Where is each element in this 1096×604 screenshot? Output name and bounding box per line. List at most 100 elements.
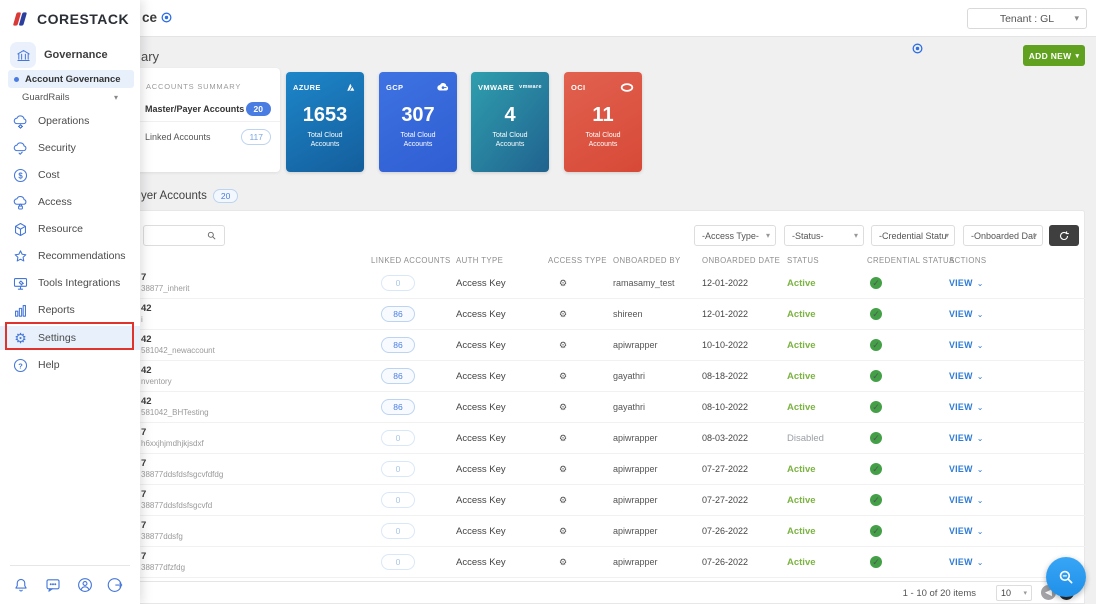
sidebar-item-access[interactable]: Access — [0, 190, 140, 214]
add-new-button[interactable]: ADD NEW ▾ — [1023, 45, 1085, 66]
chevron-down-icon: ⌄ — [977, 403, 984, 412]
onboarded-by: apiwrapper — [613, 526, 658, 536]
linked-accounts-badge[interactable]: 86 — [381, 306, 415, 322]
card-value: 4 — [478, 104, 542, 127]
onboarded-by: apiwrapper — [613, 433, 658, 443]
cloud-card-azure[interactable]: AZURE 1653 Total Cloud Accounts — [286, 72, 364, 172]
linked-accounts-badge[interactable]: 86 — [381, 399, 415, 415]
search-input[interactable] — [148, 227, 206, 244]
filter-access-type[interactable]: -Access Type-▾ — [694, 225, 776, 246]
column-header-auth-type[interactable]: AUTH TYPE — [456, 256, 503, 265]
sidebar-item-cost[interactable]: $ Cost — [0, 163, 140, 187]
access-type-gear-icon: ⚙ — [559, 399, 567, 415]
sidebar-item-security[interactable]: Security — [0, 136, 140, 160]
linked-accounts-badge[interactable]: 86 — [381, 337, 415, 353]
cloud-card-gcp[interactable]: GCP 307 Total Cloud Accounts — [379, 72, 457, 172]
sidebar-item-recommendations[interactable]: Recommendations — [0, 244, 140, 268]
linked-accounts-badge[interactable]: 0 — [381, 554, 415, 570]
active-dot-icon — [14, 77, 19, 82]
column-header-status[interactable]: STATUS — [787, 256, 819, 265]
table-row: 738877ddsfg 0 Access Key ⚙ apiwrapper 07… — [137, 516, 1086, 547]
logout-icon[interactable] — [106, 576, 126, 596]
linked-accounts-badge[interactable]: 86 — [381, 368, 415, 384]
sidebar-item-reports[interactable]: Reports — [0, 298, 140, 322]
auth-type: Access Key — [456, 309, 506, 320]
view-action-button[interactable]: VIEW⌄ — [949, 433, 984, 443]
sidebar-item-operations[interactable]: Operations — [0, 109, 140, 133]
filter-onboarded-date[interactable]: -Onboarded Dat▾ — [963, 225, 1043, 246]
view-action-button[interactable]: VIEW⌄ — [949, 278, 984, 288]
onboarded-by: apiwrapper — [613, 464, 658, 474]
accounts-table-card: -Access Type-▾ -Status-▾ -Credential Sta… — [136, 210, 1085, 604]
summary-row-linked[interactable]: Linked Accounts 117 — [136, 124, 280, 150]
sidebar-item-help[interactable]: ? Help — [0, 353, 140, 377]
credential-status-check-icon: ✓ — [870, 339, 882, 351]
cloud-card-vmware[interactable]: VMWARE vmware 4 Total Cloud Accounts — [471, 72, 549, 172]
linked-accounts-badge[interactable]: 0 — [381, 430, 415, 446]
chat-icon[interactable] — [44, 576, 64, 596]
credential-status-check-icon: ✓ — [870, 370, 882, 382]
chevron-down-icon: ▾ — [1023, 589, 1027, 597]
column-header-actions[interactable]: ACTIONS — [949, 256, 986, 265]
sidebar-item-governance[interactable]: Governance — [10, 42, 108, 68]
search-box — [143, 225, 225, 246]
brand-name: CORESTACK — [37, 11, 129, 27]
filter-credential-status[interactable]: -Credential Statu▾ — [871, 225, 955, 246]
view-action-button[interactable]: VIEW⌄ — [949, 526, 984, 536]
help-widget-button[interactable] — [1046, 557, 1086, 597]
onboarded-by: apiwrapper — [613, 340, 658, 350]
corestack-logo[interactable]: CORESTACK — [10, 9, 129, 29]
summary-info-target-icon[interactable] — [911, 42, 924, 55]
tenant-select[interactable]: Tenant : GL ▾ — [967, 8, 1087, 29]
provider-label: OCI — [571, 83, 586, 92]
column-header-credential-status[interactable]: CREDENTIAL STATUS — [867, 256, 955, 265]
column-header-linked-accounts[interactable]: LINKED ACCOUNTS — [371, 256, 451, 265]
chevron-down-icon: ⌄ — [977, 496, 984, 505]
view-action-button[interactable]: VIEW⌄ — [949, 464, 984, 474]
user-profile-icon[interactable] — [76, 576, 96, 596]
view-action-button[interactable]: VIEW⌄ — [949, 557, 984, 567]
add-new-label: ADD NEW — [1029, 51, 1072, 61]
sidebar-item-label: Governance — [44, 49, 108, 61]
onboarded-date: 07-26-2022 — [702, 526, 748, 536]
search-icon[interactable] — [206, 230, 217, 241]
sidebar-item-label: Security — [38, 142, 76, 154]
view-action-button[interactable]: VIEW⌄ — [949, 495, 984, 505]
linked-accounts-badge[interactable]: 0 — [381, 275, 415, 291]
sidebar-item-guardrails[interactable]: GuardRails ▾ — [22, 92, 132, 103]
page-info-target-icon[interactable] — [160, 11, 173, 24]
sidebar-item-tools-integrations[interactable]: Tools Integrations — [0, 271, 140, 295]
onboarded-date: 08-03-2022 — [702, 433, 748, 443]
access-type-gear-icon: ⚙ — [559, 306, 567, 322]
sidebar-item-account-governance[interactable]: Account Governance — [8, 70, 134, 88]
table-row: 42nventory 86 Access Key ⚙ gayathri 08-1… — [137, 361, 1086, 392]
account-name: 42i — [141, 303, 152, 325]
view-action-button[interactable]: VIEW⌄ — [949, 371, 984, 381]
notifications-bell-icon[interactable] — [12, 576, 32, 596]
filter-status[interactable]: -Status-▾ — [784, 225, 864, 246]
view-action-button[interactable]: VIEW⌄ — [949, 402, 984, 412]
view-action-button[interactable]: VIEW⌄ — [949, 340, 984, 350]
refresh-button[interactable] — [1049, 225, 1079, 246]
linked-accounts-badge[interactable]: 0 — [381, 523, 415, 539]
tenant-label: Tenant : GL — [1000, 13, 1054, 25]
linked-accounts-badge[interactable]: 0 — [381, 492, 415, 508]
access-type-gear-icon: ⚙ — [559, 430, 567, 446]
view-action-button[interactable]: VIEW⌄ — [949, 309, 984, 319]
table-row: 738877_inherit 0 Access Key ⚙ ramasamy_t… — [137, 268, 1086, 299]
status-badge: Active — [787, 340, 816, 351]
cloud-card-oci[interactable]: OCI 11 Total Cloud Accounts — [564, 72, 642, 172]
column-header-onboarded-date[interactable]: ONBOARDED DATE — [702, 256, 780, 265]
sidebar-item-resource[interactable]: Resource — [0, 217, 140, 241]
column-header-onboarded-by[interactable]: ONBOARDED BY — [613, 256, 681, 265]
access-type-gear-icon: ⚙ — [559, 275, 567, 291]
column-header-access-type[interactable]: ACCESS TYPE — [548, 256, 607, 265]
sidebar-item-label: Cost — [38, 169, 60, 181]
linked-accounts-badge[interactable]: 0 — [381, 461, 415, 477]
accounts-summary-panel: ACCOUNTS SUMMARY Master/Payer Accounts 2… — [136, 68, 280, 172]
card-caption: Total Cloud Accounts — [484, 131, 536, 150]
summary-row-master-payer[interactable]: Master/Payer Accounts 20 — [136, 96, 280, 122]
account-name: 42nventory — [141, 365, 172, 387]
chevron-down-icon: ⌄ — [977, 465, 984, 474]
page-size-select[interactable]: 10▾ — [996, 585, 1032, 601]
